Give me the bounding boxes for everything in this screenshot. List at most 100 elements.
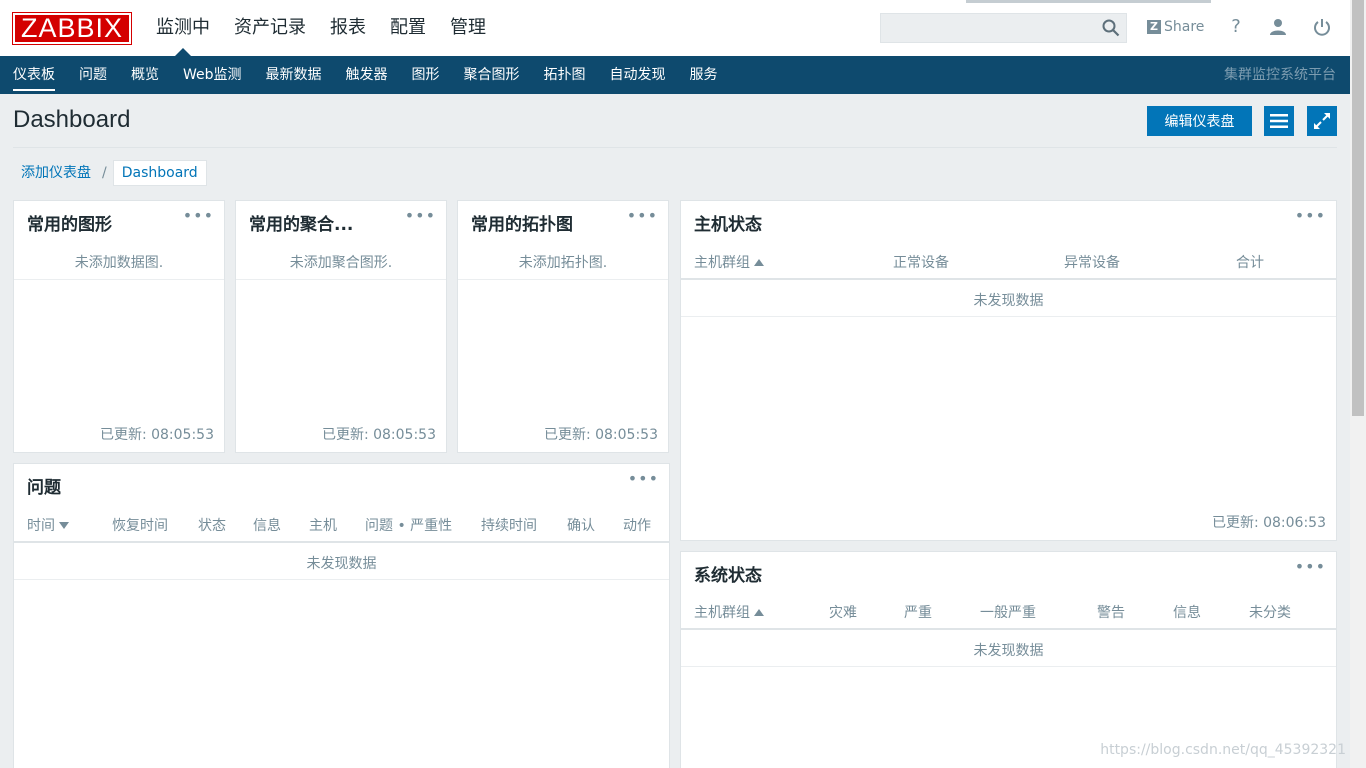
actions-menu-button[interactable] (1264, 106, 1294, 136)
breadcrumb-current[interactable]: Dashboard (112, 160, 207, 186)
last-updated: 已更新: 08:05:53 (543, 427, 658, 443)
column-header-info: 信息 (253, 518, 281, 534)
subnav-triggers[interactable]: 触发器 (334, 56, 400, 94)
widget-favourite-screens: 常用的聚合... ••• 未添加聚合图形. 已更新: 08:05:53 (235, 200, 447, 453)
widget-title: 主机状态 (694, 215, 762, 235)
column-header-disaster: 灾难 (829, 605, 857, 621)
column-header-duration: 持续时间 (481, 518, 537, 534)
server-name: 集群监控系统平台 (1224, 67, 1336, 83)
search-icon[interactable] (1102, 19, 1120, 37)
page-title: Dashboard (13, 106, 131, 133)
widget-title: 问题 (27, 478, 61, 498)
column-header-average: 一般严重 (980, 605, 1036, 621)
watermark-text: https://blog.csdn.net/qq_45392321 (1100, 742, 1346, 758)
column-header-not-classified: 未分类 (1249, 605, 1291, 621)
subnav-overview[interactable]: 概览 (119, 56, 171, 94)
row-divider (14, 579, 669, 580)
column-header-actions: 动作 (623, 518, 651, 534)
row-divider (14, 279, 224, 280)
empty-message: 未添加拓扑图. (518, 255, 608, 271)
widget-favourite-maps: 常用的拓扑图 ••• 未添加拓扑图. 已更新: 08:05:53 (457, 200, 669, 453)
widget-host-status: 主机状态 ••• 主机群组 正常设备 异常设备 合计 未发现数据 已更新: 08… (680, 200, 1337, 541)
fullscreen-icon (1314, 113, 1330, 129)
breadcrumb-separator: / (102, 165, 107, 181)
help-icon[interactable]: ? (1226, 17, 1246, 37)
subnav-web[interactable]: Web监测 (171, 56, 254, 94)
main-menu: 监测中 资产记录 报表 配置 管理 (144, 0, 498, 56)
widget-system-status: 系统状态 ••• 主机群组 灾难 严重 一般严重 警告 信息 未分类 未发现数据 (680, 551, 1337, 768)
breadcrumb-all-dashboards[interactable]: 添加仪表盘 (13, 160, 99, 186)
empty-message: 未发现数据 (973, 293, 1044, 309)
widget-problems: 问题 ••• 时间 恢复时间 状态 信息 主机 问题 • 严重性 持续时间 确认… (13, 463, 670, 768)
menu-monitoring[interactable]: 监测中 (144, 0, 222, 56)
menu-inventory[interactable]: 资产记录 (222, 0, 318, 56)
last-updated: 已更新: 08:05:53 (99, 427, 214, 443)
widget-favourite-graphs: 常用的图形 ••• 未添加数据图. 已更新: 08:05:53 (13, 200, 225, 453)
page-scrollbar[interactable] (1350, 0, 1366, 768)
user-profile-icon[interactable] (1268, 17, 1288, 37)
empty-message: 未发现数据 (973, 643, 1044, 659)
widget-menu-icon[interactable]: ••• (1295, 208, 1326, 224)
widget-menu-icon[interactable]: ••• (405, 208, 436, 224)
table-header-divider (681, 278, 1336, 280)
hamburger-icon (1270, 114, 1288, 128)
row-divider (458, 279, 668, 280)
row-divider (236, 279, 446, 280)
share-link[interactable]: Z Share (1147, 17, 1204, 37)
fullscreen-button[interactable] (1307, 106, 1337, 136)
empty-message: 未发现数据 (306, 556, 377, 572)
column-header-time[interactable]: 时间 (27, 515, 69, 535)
column-header-ack: 确认 (567, 518, 595, 534)
sort-ascending-icon (754, 259, 764, 266)
header-divider (13, 147, 1337, 148)
column-header-host-group[interactable]: 主机群组 (694, 602, 764, 622)
empty-message: 未添加数据图. (74, 255, 164, 271)
search-input[interactable] (880, 13, 1127, 43)
subnav-screens[interactable]: 聚合图形 (452, 56, 532, 94)
widget-menu-icon[interactable]: ••• (1295, 559, 1326, 575)
row-divider (681, 666, 1336, 667)
scrollbar-thumb[interactable] (1352, 0, 1364, 416)
column-header-warning: 警告 (1097, 605, 1125, 621)
column-header-recovery-time: 恢复时间 (112, 518, 168, 534)
table-header-divider (14, 541, 669, 543)
widget-title: 常用的聚合... (249, 215, 354, 235)
column-header-information: 信息 (1173, 605, 1201, 621)
widget-title: 系统状态 (694, 566, 762, 586)
share-label: Share (1164, 19, 1205, 35)
menu-administration[interactable]: 管理 (438, 0, 498, 56)
subnav-services[interactable]: 服务 (678, 56, 730, 94)
power-logout-icon[interactable] (1312, 17, 1332, 37)
zabbix-share-icon: Z (1147, 20, 1161, 34)
widget-title: 常用的图形 (27, 215, 112, 235)
column-header-host-group[interactable]: 主机群组 (694, 252, 764, 272)
column-header-host: 主机 (309, 518, 337, 534)
column-header-problem: 异常设备 (1064, 255, 1120, 271)
column-header-status: 状态 (198, 518, 226, 534)
edit-dashboard-button[interactable]: 编辑仪表盘 (1147, 106, 1252, 136)
widget-menu-icon[interactable]: ••• (183, 208, 214, 224)
column-header-total: 合计 (1236, 255, 1264, 271)
column-header-high: 严重 (904, 605, 932, 621)
subnav-latest-data[interactable]: 最新数据 (254, 56, 334, 94)
row-divider (681, 316, 1336, 317)
subnav-discovery[interactable]: 自动发现 (598, 56, 678, 94)
subnav-dashboard[interactable]: 仪表板 (0, 56, 67, 94)
sort-ascending-icon (754, 609, 764, 616)
sub-navigation: 仪表板 问题 概览 Web监测 最新数据 触发器 图形 聚合图形 拓扑图 自动发… (0, 56, 1350, 94)
widget-menu-icon[interactable]: ••• (628, 471, 659, 487)
subnav-graphs[interactable]: 图形 (400, 56, 452, 94)
empty-message: 未添加聚合图形. (289, 255, 393, 271)
sort-descending-icon (59, 522, 69, 529)
column-header-ok: 正常设备 (893, 255, 949, 271)
top-header: ZABBIX 监测中 资产记录 报表 配置 管理 Z Share ? (0, 0, 1350, 56)
subnav-problems[interactable]: 问题 (67, 56, 119, 94)
last-updated: 已更新: 08:05:53 (321, 427, 436, 443)
table-header-divider (681, 628, 1336, 630)
subnav-maps[interactable]: 拓扑图 (532, 56, 598, 94)
widget-menu-icon[interactable]: ••• (627, 208, 658, 224)
menu-configuration[interactable]: 配置 (378, 0, 438, 56)
column-header-problem-severity: 问题 • 严重性 (365, 518, 453, 534)
zabbix-logo[interactable]: ZABBIX (12, 12, 132, 45)
menu-reports[interactable]: 报表 (318, 0, 378, 56)
